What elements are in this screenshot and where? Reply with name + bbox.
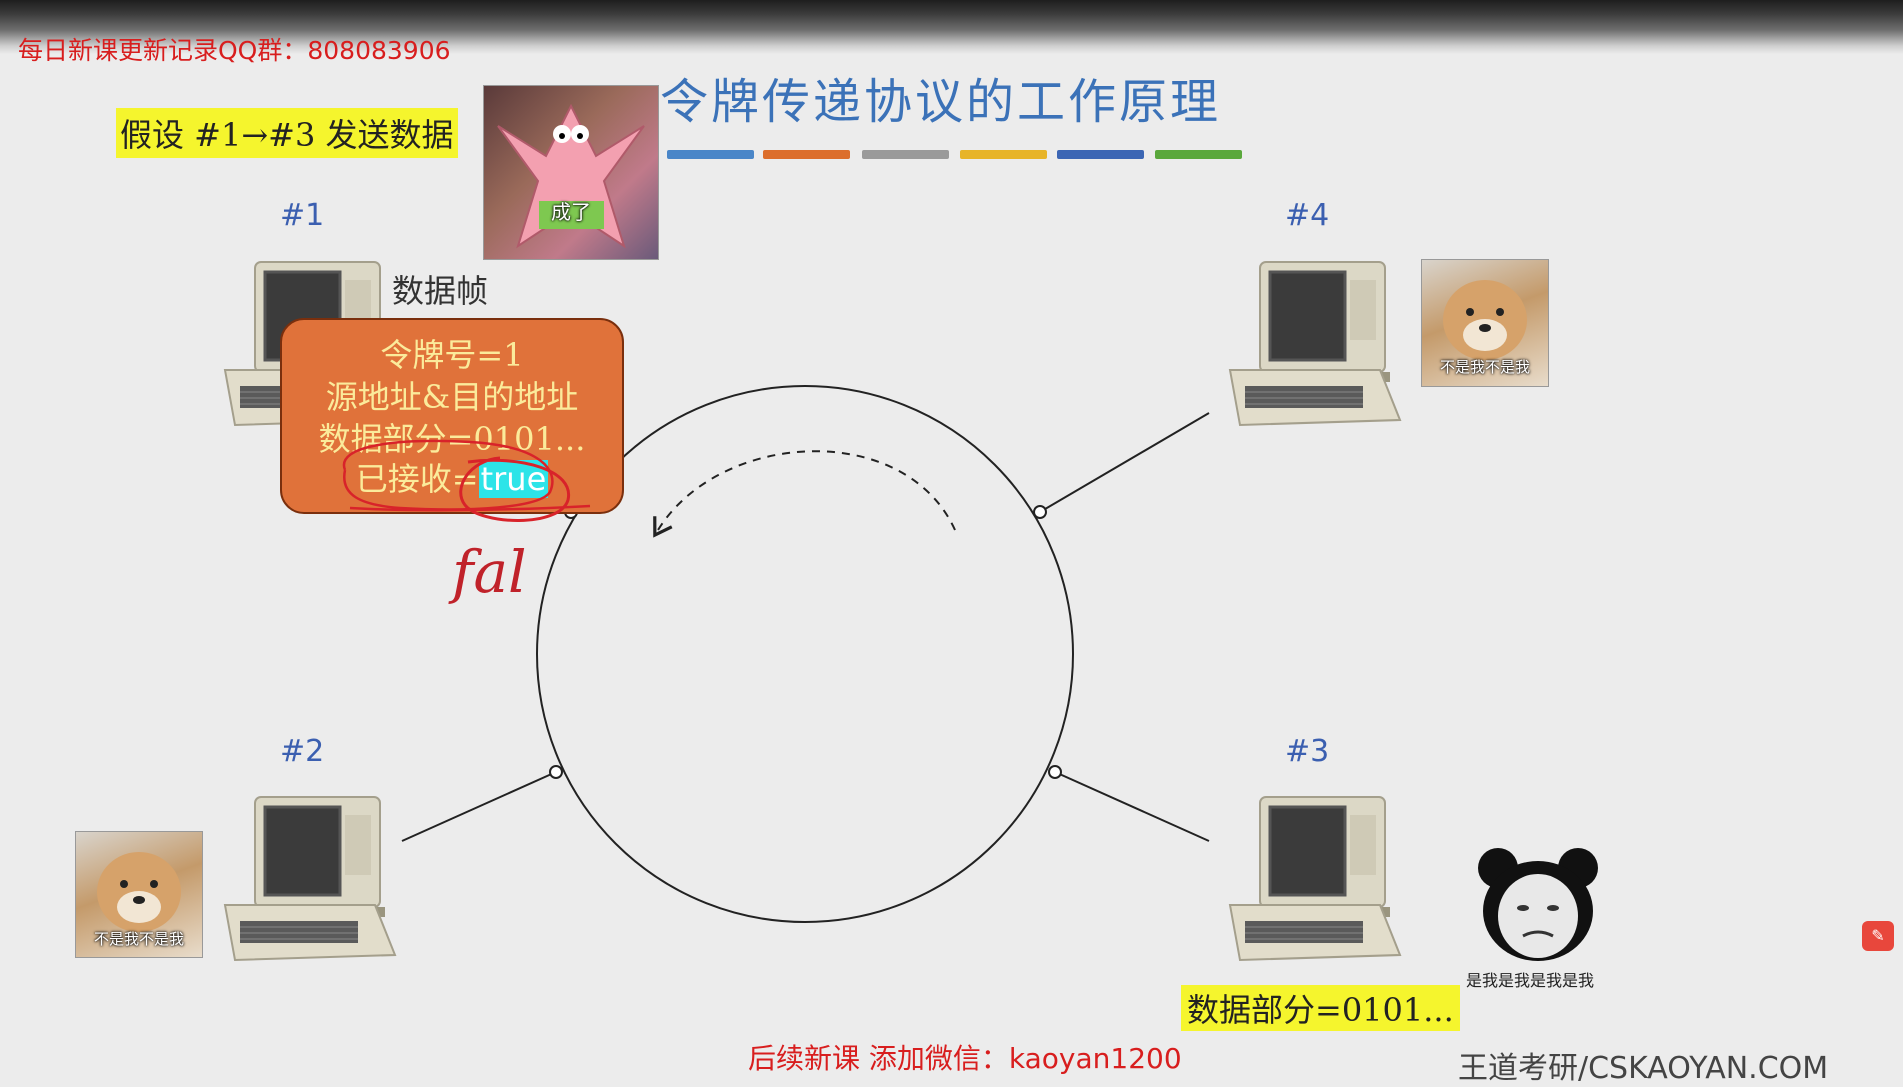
panda-meme-icon (1478, 848, 1598, 961)
annotation-icon[interactable]: ✎ (1862, 921, 1894, 951)
patrick-meme-image: 成了 (483, 85, 659, 260)
handwritten-fal: fal (448, 538, 527, 606)
panda-caption: 是我是我是我是我 (1466, 971, 1595, 990)
brand-watermark: 王道考研/CSKAOYAN.COM (1458, 1051, 1829, 1086)
doge-meme-image-1: 不是我不是我 (1421, 259, 1549, 387)
doge-caption-1: 不是我不是我 (1439, 358, 1530, 376)
handwritten-annotations: fal (342, 439, 591, 606)
host3-data-label: 数据部分=0101... (1181, 985, 1460, 1031)
patrick-caption: 成了 (551, 200, 591, 224)
doge-caption-2: 不是我不是我 (93, 930, 184, 948)
patrick-star-icon (497, 103, 645, 249)
scribble-circle-icon (342, 439, 554, 511)
wechat-watermark: 后续新课 添加微信：kaoyan1200 (748, 1042, 1182, 1075)
doge-meme-image-2: 不是我不是我 (75, 831, 203, 958)
